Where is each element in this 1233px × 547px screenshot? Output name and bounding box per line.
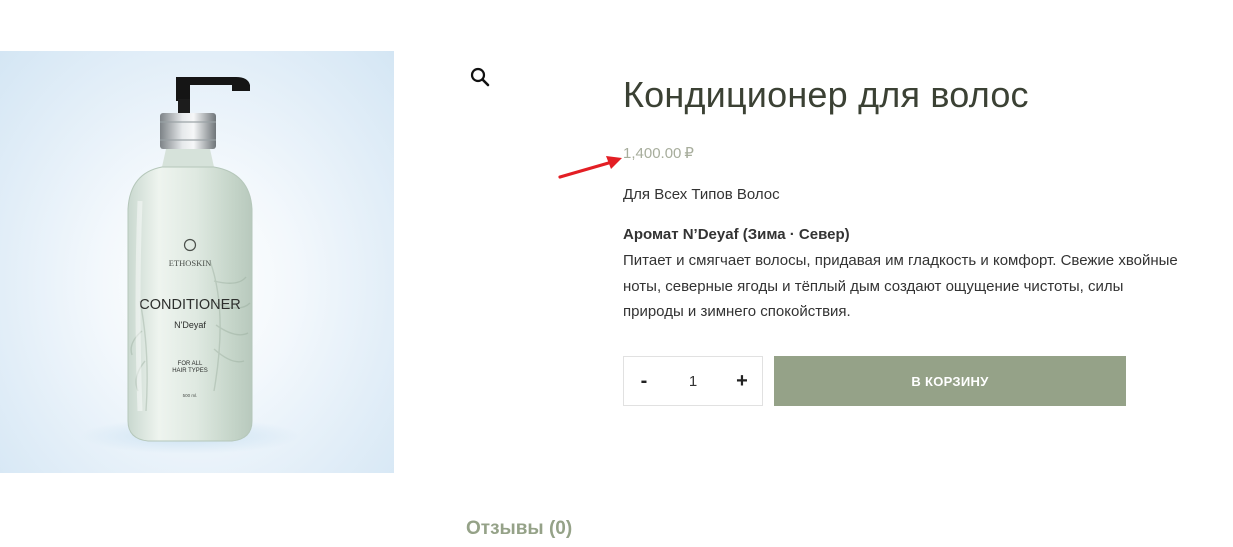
- red-arrow-annotation-icon: [558, 156, 622, 179]
- quantity-increase-button[interactable]: +: [722, 357, 762, 405]
- bottle-line2: HAIR TYPES: [172, 368, 208, 374]
- product-price: 1,400.00 ₽: [623, 144, 694, 162]
- bottle-line1: FOR ALL: [178, 361, 203, 367]
- product-image[interactable]: ETHOSKIN CONDITIONER N'Deyaf FOR ALL HAI…: [0, 51, 394, 473]
- conditioner-bottle-illustration: ETHOSKIN CONDITIONER N'Deyaf FOR ALL HAI…: [80, 77, 300, 454]
- product-description: Питает и смягчает волосы, придавая им гл…: [623, 252, 1178, 320]
- currency-symbol: ₽: [684, 145, 694, 162]
- add-to-cart-button[interactable]: В КОРЗИНУ: [774, 356, 1126, 406]
- quantity-decrease-button[interactable]: -: [624, 357, 664, 405]
- bottle-product-name: CONDITIONER: [139, 297, 241, 313]
- product-title: Кондиционер для волос: [623, 74, 1029, 115]
- bottle-volume: 500 ml.: [183, 393, 198, 398]
- product-subtitle: Для Всех Типов Волос: [623, 186, 780, 203]
- zoom-magnifier-icon[interactable]: [469, 66, 491, 88]
- quantity-stepper: - +: [623, 356, 763, 406]
- quantity-input[interactable]: [666, 358, 720, 404]
- tab-reviews[interactable]: Отзывы (0): [466, 518, 572, 540]
- aroma-heading: Аромат N’Deyaf (Зима · Север): [623, 226, 850, 243]
- bottle-scent: N'Deyaf: [174, 320, 206, 330]
- price-amount: 1,400.00: [623, 145, 682, 162]
- bottle-brand: ETHOSKIN: [169, 258, 212, 268]
